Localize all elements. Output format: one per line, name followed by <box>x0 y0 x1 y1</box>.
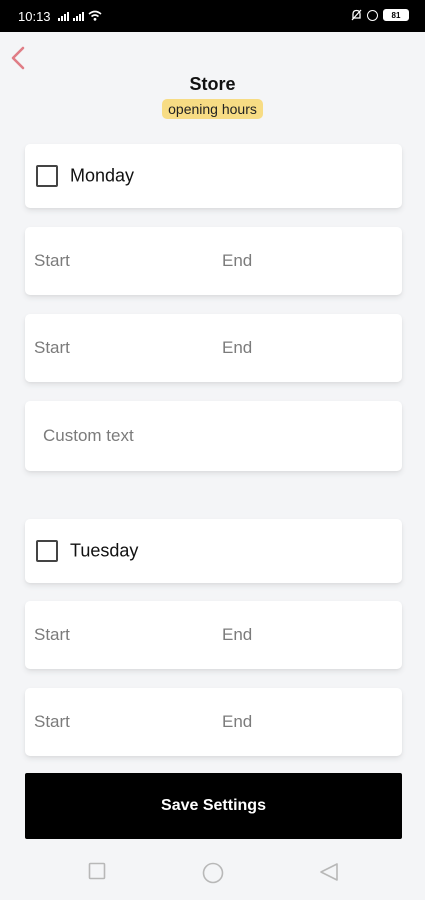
time-range-row: Start End <box>25 601 402 669</box>
end-time-field[interactable]: End <box>222 338 252 358</box>
back-arrow-icon <box>11 46 25 70</box>
time-range-row: Start End <box>25 227 402 295</box>
day-label-tuesday: Tuesday <box>70 540 139 561</box>
subtitle-badge: opening hours <box>162 99 263 119</box>
status-right-icons: 81 <box>351 9 409 21</box>
status-time: 10:13 <box>18 9 51 24</box>
subtitle-wrap: opening hours <box>0 99 425 119</box>
system-nav-bar <box>0 848 425 900</box>
wifi-icon <box>88 10 102 21</box>
start-time-field[interactable]: Start <box>34 251 70 271</box>
day-label-monday: Monday <box>70 165 135 186</box>
day-card-monday: Monday <box>25 144 402 208</box>
signal-icon <box>58 12 69 21</box>
save-settings-button[interactable]: Save Settings <box>25 773 402 839</box>
nav-circle-icon[interactable] <box>202 862 224 884</box>
status-bar: 10:13 81 <box>0 0 425 32</box>
signal-icon <box>73 12 84 21</box>
custom-text-card: Custom text <box>25 401 402 471</box>
end-time-field[interactable]: End <box>222 625 252 645</box>
start-time-field[interactable]: Start <box>34 338 70 358</box>
start-time-field[interactable]: Start <box>34 712 70 732</box>
battery-icon: 81 <box>383 9 409 21</box>
back-button[interactable] <box>6 44 32 72</box>
checkbox-monday[interactable] <box>36 165 58 187</box>
custom-text-field[interactable]: Custom text <box>43 426 134 446</box>
end-time-field[interactable]: End <box>222 251 252 271</box>
nav-triangle-icon[interactable] <box>319 862 339 882</box>
alarm-icon <box>367 9 378 21</box>
start-time-field[interactable]: Start <box>34 625 70 645</box>
day-card-tuesday: Tuesday <box>25 519 402 583</box>
page-title: Store <box>189 74 236 94</box>
mute-bell-icon <box>351 9 362 21</box>
time-range-row: Start End <box>25 688 402 756</box>
time-range-row: Start End <box>25 314 402 382</box>
nav-square-icon[interactable] <box>88 862 106 880</box>
end-time-field[interactable]: End <box>222 712 252 732</box>
signal-icons <box>58 10 102 21</box>
checkbox-tuesday[interactable] <box>36 540 58 562</box>
